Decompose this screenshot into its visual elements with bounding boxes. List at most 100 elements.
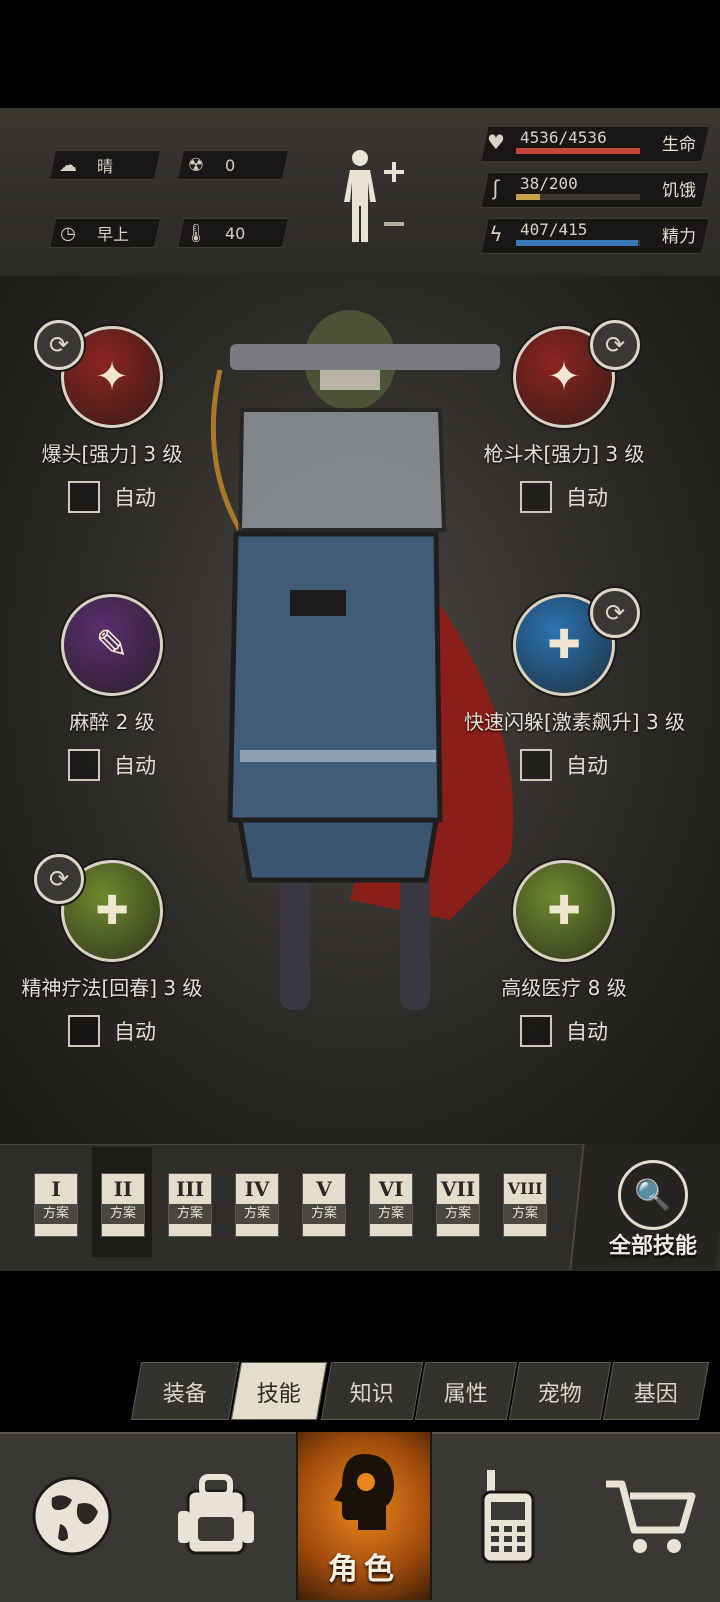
- plan-label: 方案: [35, 1204, 77, 1224]
- weather-label: 晴: [97, 157, 114, 176]
- auto-label: 自动: [566, 754, 608, 778]
- auto-toggle[interactable]: 自动: [464, 749, 664, 781]
- tab-attributes[interactable]: 属性: [414, 1362, 518, 1420]
- auto-checkbox[interactable]: [520, 749, 552, 781]
- weather-chip: ☁ 晴: [48, 150, 162, 180]
- plan-1-button[interactable]: I 方案: [34, 1173, 78, 1237]
- plan-5-button[interactable]: V 方案: [302, 1173, 346, 1237]
- plan-number: III: [175, 1177, 205, 1201]
- plan-label: 方案: [236, 1204, 278, 1224]
- tab-pets[interactable]: 宠物: [508, 1362, 612, 1420]
- hunger-row: ʃ 38/200 饥饿: [476, 172, 720, 206]
- energy-label: 精力: [662, 227, 696, 247]
- skill-name: 枪斗术[强力] 3 级: [483, 442, 645, 466]
- backpack-icon: [178, 1474, 254, 1555]
- stomach-icon: ʃ: [492, 176, 500, 200]
- plan-2-button[interactable]: II 方案: [101, 1173, 145, 1237]
- tab-genes[interactable]: 基因: [602, 1362, 710, 1420]
- swap-icon[interactable]: ⟳: [590, 320, 640, 370]
- plan-6-button[interactable]: VI 方案: [369, 1173, 413, 1237]
- plan-number: VI: [378, 1177, 404, 1201]
- body-status-button[interactable]: [340, 146, 410, 248]
- plan-label: 方案: [303, 1204, 345, 1224]
- body-figure-icon: [344, 150, 404, 242]
- plan-number: VIII: [507, 1179, 543, 1198]
- auto-toggle[interactable]: 自动: [464, 481, 664, 513]
- auto-label: 自动: [114, 754, 156, 778]
- auto-checkbox[interactable]: [520, 1015, 552, 1047]
- health-label: 生命: [662, 135, 696, 155]
- energy-value: 407/415: [520, 220, 588, 239]
- tab-label: 知识: [349, 1382, 394, 1407]
- plan-4-button[interactable]: IV 方案: [235, 1173, 279, 1237]
- plan-label: 方案: [370, 1204, 412, 1224]
- radio-nav-button[interactable]: [436, 1432, 580, 1600]
- skill-book-icon: 🔍: [618, 1160, 688, 1230]
- health-value: 4536/4536: [520, 128, 607, 147]
- medkit-icon[interactable]: ✚: [513, 860, 615, 962]
- plan-label: 方案: [504, 1204, 546, 1224]
- tab-equipment[interactable]: 装备: [130, 1362, 240, 1420]
- plan-number: V: [316, 1177, 332, 1201]
- tab-knowledge[interactable]: 知识: [320, 1362, 424, 1420]
- plan-number: VII: [440, 1177, 476, 1201]
- character-nav-label: 角色: [328, 1552, 400, 1587]
- walkie-talkie-icon: [481, 1470, 535, 1564]
- resource-bars: ♥ 4536/4536 生命 ʃ 38/200 饥饿 ϟ 407/415 精力: [476, 108, 720, 276]
- tab-label: 宠物: [537, 1382, 582, 1407]
- heart-pulse-icon: ♥: [487, 130, 505, 154]
- radiation-chip: ☢ 0: [176, 150, 290, 180]
- plan-7-button[interactable]: VII 方案: [436, 1173, 480, 1237]
- head-icon: [334, 1454, 394, 1530]
- hunger-label: 饥饿: [662, 181, 696, 201]
- tab-skills[interactable]: 技能: [230, 1362, 328, 1420]
- energy-fill: [516, 240, 638, 246]
- thermometer-icon: 🌡: [184, 222, 208, 244]
- plan-8-button[interactable]: VIII 方案: [503, 1173, 547, 1237]
- shop-nav-button[interactable]: [580, 1432, 720, 1600]
- hunger-value: 38/200: [520, 174, 578, 193]
- energy-row: ϟ 407/415 精力: [476, 218, 720, 252]
- swap-icon[interactable]: ⟳: [34, 320, 84, 370]
- character-scene: ✦ 爆头[强力] 3 级 自动 ⟳ ✦ 枪斗术[强力] 3 级 自动 ⟳ ✎ 麻…: [0, 276, 720, 1144]
- auto-label: 自动: [566, 486, 608, 510]
- hunger-fill: [516, 194, 540, 200]
- auto-toggle[interactable]: 自动: [12, 481, 212, 513]
- character-nav-button[interactable]: 角色: [296, 1432, 432, 1600]
- auto-checkbox[interactable]: [68, 749, 100, 781]
- brain-bolt-icon: ϟ: [489, 222, 503, 246]
- skill-slot-3: ✎ 麻醉 2 级 自动: [12, 594, 212, 781]
- plan-number: IV: [244, 1177, 270, 1201]
- temperature-value: 40: [225, 223, 246, 243]
- all-skills-label: 全部技能: [608, 1234, 697, 1259]
- swap-icon[interactable]: ⟳: [34, 854, 84, 904]
- plan-3-button[interactable]: III 方案: [168, 1173, 212, 1237]
- tab-label: 属性: [443, 1382, 488, 1407]
- health-row: ♥ 4536/4536 生命: [476, 126, 720, 160]
- tab-label: 装备: [162, 1382, 207, 1407]
- auto-toggle[interactable]: 自动: [12, 1015, 212, 1047]
- plan-label: 方案: [102, 1204, 144, 1224]
- energy-track: [516, 240, 640, 246]
- plan-label: 方案: [437, 1204, 479, 1224]
- time-chip: ◷ 早上: [48, 218, 162, 248]
- health-track: [516, 148, 640, 154]
- tab-label: 基因: [633, 1382, 678, 1407]
- auto-checkbox[interactable]: [68, 1015, 100, 1047]
- auto-checkbox[interactable]: [520, 481, 552, 513]
- skill-name: 快速闪躲[激素飙升] 3 级: [464, 710, 686, 734]
- plan-number: II: [113, 1177, 133, 1201]
- cloud-sun-icon: ☁: [59, 154, 77, 176]
- tab-label: 技能: [256, 1382, 301, 1407]
- auto-label: 自动: [114, 1020, 156, 1044]
- plan-label: 方案: [169, 1204, 211, 1224]
- auto-toggle[interactable]: 自动: [464, 1015, 664, 1047]
- globe-icon: [32, 1476, 112, 1556]
- syringe-icon[interactable]: ✎: [61, 594, 163, 696]
- auto-toggle[interactable]: 自动: [12, 749, 212, 781]
- skill-slot-6: ✚ 高级医疗 8 级 自动: [464, 860, 664, 1047]
- backpack-nav-button[interactable]: [144, 1432, 288, 1600]
- swap-icon[interactable]: ⟳: [590, 588, 640, 638]
- map-nav-button[interactable]: [0, 1432, 144, 1600]
- auto-checkbox[interactable]: [68, 481, 100, 513]
